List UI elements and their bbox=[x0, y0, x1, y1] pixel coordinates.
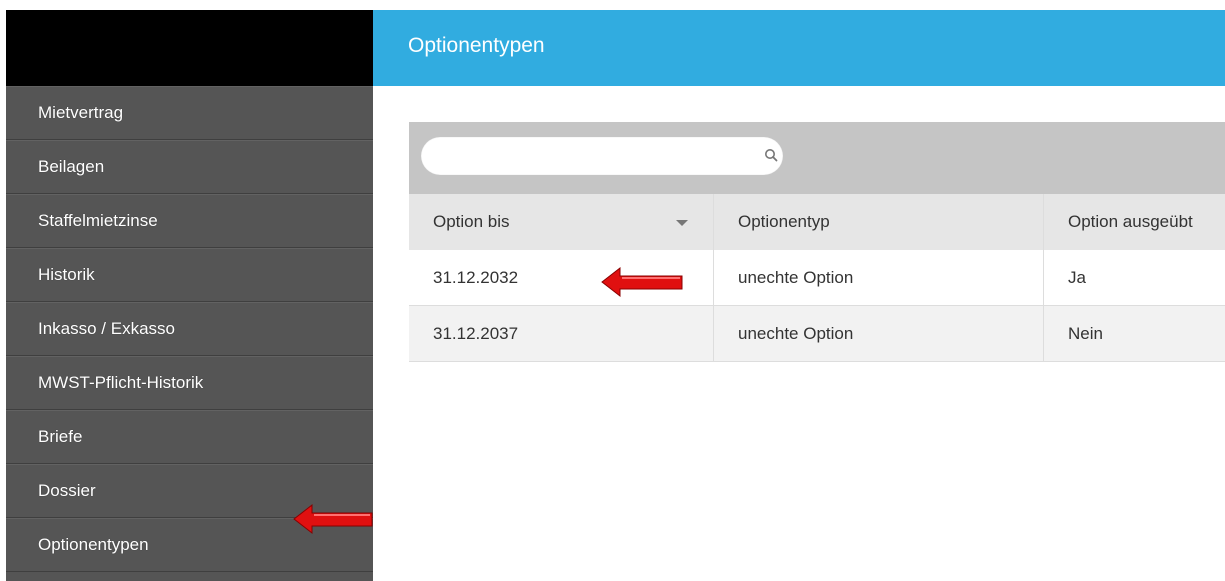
column-header-option-ausgeubt[interactable]: Option ausgeübt bbox=[1043, 194, 1225, 250]
sidebar-item-label: Briefe bbox=[38, 427, 83, 446]
grid-toolbar bbox=[409, 122, 1225, 194]
sidebar-item-label: Optionentypen bbox=[38, 535, 149, 554]
sidebar-item-label: Mietvertrag bbox=[38, 103, 124, 122]
table-row[interactable]: 31.12.2037 unechte Option Nein bbox=[409, 306, 1225, 362]
column-header-label: Option bis bbox=[433, 212, 510, 231]
sidebar-item-label: Staffelmietzinse bbox=[38, 211, 158, 230]
search-input[interactable] bbox=[437, 142, 751, 172]
sidebar-item-label: Dossier bbox=[38, 481, 96, 500]
sidebar-item-beilagen[interactable]: Beilagen bbox=[6, 140, 373, 194]
page-header: Optionentypen bbox=[373, 10, 1225, 86]
sidebar-item-historik[interactable]: Historik bbox=[6, 248, 373, 302]
sidebar-item-briefe[interactable]: Briefe bbox=[6, 410, 373, 464]
sidebar-item-label: Inkasso / Exkasso bbox=[38, 319, 176, 338]
cell-option-ausgeubt: Nein bbox=[1043, 306, 1225, 361]
annotation-arrow-icon bbox=[293, 503, 373, 535]
search-icon[interactable] bbox=[761, 145, 783, 167]
page-title: Optionentypen bbox=[408, 34, 545, 57]
sidebar-item-label: MWST-Pflicht-Historik bbox=[38, 373, 204, 392]
cell-optionentyp: unechte Option bbox=[713, 306, 1043, 361]
sidebar-item-inkasso-exkasso[interactable]: Inkasso / Exkasso bbox=[6, 302, 373, 356]
sidebar-item-staffelmietzinse[interactable]: Staffelmietzinse bbox=[6, 194, 373, 248]
cell-option-bis: 31.12.2037 bbox=[433, 324, 519, 343]
search-box bbox=[421, 137, 783, 175]
options-grid: Option bis Optionentyp Option ausgeübt 3… bbox=[409, 122, 1225, 366]
sidebar-item-mwst-pflicht-historik[interactable]: MWST-Pflicht-Historik bbox=[6, 356, 373, 410]
cell-optionentyp: unechte Option bbox=[713, 250, 1043, 305]
caret-down-icon[interactable] bbox=[675, 218, 689, 228]
annotation-arrow-icon bbox=[601, 266, 683, 298]
table-row[interactable]: 31.12.2032 unechte Option Ja bbox=[409, 250, 1225, 306]
cell-option-ausgeubt: Ja bbox=[1043, 250, 1225, 305]
table-header: Option bis Optionentyp Option ausgeübt bbox=[409, 194, 1225, 250]
column-header-option-bis[interactable]: Option bis bbox=[409, 194, 713, 250]
sidebar-item-label: Historik bbox=[38, 265, 95, 284]
sidebar-item-label: Beilagen bbox=[38, 157, 105, 176]
sidebar-logo-area bbox=[6, 10, 373, 86]
sidebar-item-mietvertrag[interactable]: Mietvertrag bbox=[6, 86, 373, 140]
column-header-optionentyp[interactable]: Optionentyp bbox=[713, 194, 1043, 250]
